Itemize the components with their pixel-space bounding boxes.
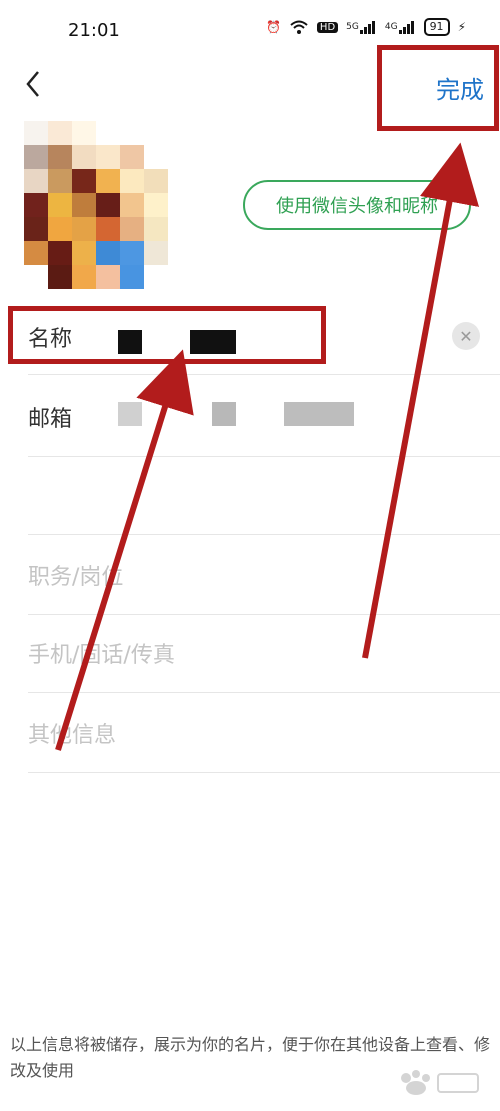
blurred-email-2 (212, 402, 236, 426)
clear-icon[interactable]: ✕ (452, 322, 480, 350)
header-bar: 完成 (0, 60, 500, 110)
use-wechat-avatar-button[interactable]: 使用微信头像和昵称 (243, 180, 471, 230)
blurred-email-1 (118, 402, 142, 426)
other-info-placeholder: 其他信息 (28, 723, 117, 748)
redacted-name-part-2 (190, 330, 236, 354)
avatar[interactable] (24, 121, 168, 289)
charging-icon: ⚡ (457, 20, 466, 34)
signal-4g-icon: 4G (385, 20, 416, 34)
other-info-row[interactable]: 其他信息 (28, 694, 500, 773)
chevron-left-icon (26, 71, 39, 97)
alarm-icon: ⏰ (265, 20, 281, 34)
status-time: 21:01 (68, 20, 120, 41)
name-label: 名称 (28, 327, 73, 352)
position-placeholder: 职务/岗位 (28, 565, 124, 590)
signal-4g-label: 4G (384, 22, 398, 32)
baidu-watermark-icon (401, 1070, 479, 1095)
phone-row[interactable]: 手机/固话/传真 (28, 614, 500, 693)
wifi-icon (289, 19, 309, 35)
email-row[interactable]: 邮箱 (28, 378, 500, 457)
phone-placeholder: 手机/固话/传真 (28, 643, 175, 668)
blurred-email-3 (284, 402, 354, 426)
signal-5g-label: 5G (346, 22, 359, 32)
status-bar: 21:01 ⏰ HD 5G 4G 91 ⚡ (0, 0, 500, 60)
battery-icon: 91 (423, 18, 450, 36)
redacted-name-part-1 (118, 330, 142, 354)
done-button[interactable]: 完成 (436, 70, 484, 105)
email-label: 邮箱 (28, 407, 73, 432)
empty-row[interactable] (28, 456, 500, 535)
back-button[interactable] (18, 68, 50, 100)
name-row[interactable]: 名称 (28, 300, 500, 375)
hd-icon: HD (316, 21, 339, 33)
position-row[interactable]: 职务/岗位 (28, 536, 500, 615)
status-icons: ⏰ HD 5G 4G 91 ⚡ (266, 18, 466, 36)
signal-5g-icon: 5G (346, 20, 377, 34)
